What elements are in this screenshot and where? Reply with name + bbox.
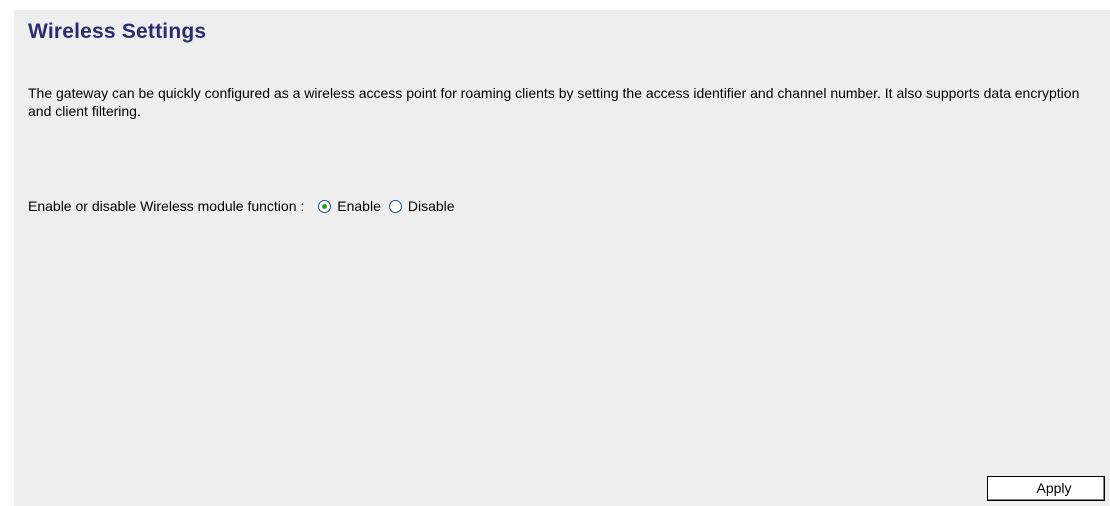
enable-radio-label[interactable]: Enable (337, 198, 381, 214)
page-title: Wireless Settings (28, 20, 207, 43)
apply-button[interactable]: Apply (987, 476, 1105, 501)
enable-radio[interactable] (318, 199, 332, 213)
disable-radio[interactable] (388, 199, 402, 213)
settings-panel: Wireless Settings The gateway can be qui… (14, 10, 1110, 506)
wireless-module-row: Enable or disable Wireless module functi… (28, 195, 463, 217)
disable-radio-label[interactable]: Disable (408, 198, 455, 214)
page-description: The gateway can be quickly configured as… (28, 85, 1080, 119)
wireless-module-label: Enable or disable Wireless module functi… (28, 198, 305, 214)
